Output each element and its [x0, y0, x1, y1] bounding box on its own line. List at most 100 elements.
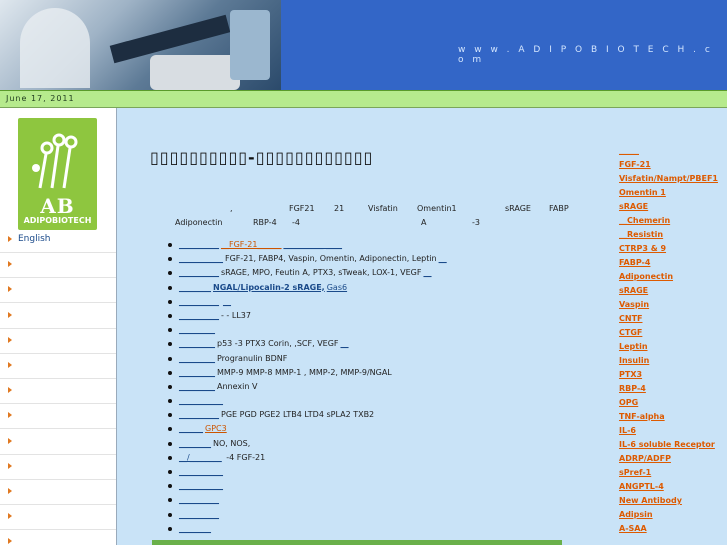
right-nav-link[interactable]: Visfatin/Nampt/PBEF1 — [619, 174, 727, 188]
list-item-link[interactable]: ___________ — [179, 254, 223, 263]
right-nav-link[interactable]: sPref-1 — [619, 468, 727, 482]
list-item[interactable]: ___________ — [168, 396, 608, 410]
list-item[interactable]: _________ Annexin V — [168, 382, 608, 396]
list-item-text: - - LL37 — [221, 310, 251, 320]
list-item-link[interactable]: __/________ — [179, 453, 222, 462]
right-nav-link[interactable]: _____ — [619, 146, 727, 160]
list-item[interactable]: ______ GPC3 — [168, 424, 608, 438]
list-item-sub-link[interactable]: __ — [341, 339, 349, 348]
list-item-link[interactable]: __________ — [179, 495, 219, 504]
sidebar-item[interactable] — [0, 253, 116, 279]
right-nav-link[interactable]: CTGF — [619, 328, 727, 342]
list-item[interactable]: ________ NO, NOS, — [168, 439, 608, 453]
list-item-link[interactable]: ___________ — [179, 481, 223, 490]
list-item-text: -4 FGF-21 — [223, 452, 266, 462]
list-item-link[interactable]: _________ — [179, 339, 215, 348]
list-item[interactable]: __________ sRAGE, MPO, Feutin A, PTX3, sT… — [168, 268, 608, 282]
sidebar-item[interactable] — [0, 530, 116, 545]
list-item-sub-link[interactable]: __ — [423, 268, 431, 277]
list-item-link[interactable]: _________ — [179, 325, 215, 334]
right-nav-link[interactable]: TNF-alpha — [619, 412, 727, 426]
list-item[interactable]: __/________ -4 FGF-21 — [168, 453, 608, 467]
right-nav-link[interactable]: FABP-4 — [619, 258, 727, 272]
sidebar-item[interactable] — [0, 354, 116, 379]
list-item[interactable]: ___________ — [168, 467, 608, 481]
list-item-link[interactable]: ________ — [179, 439, 211, 448]
list-item[interactable]: ________ — [168, 524, 608, 538]
list-item-sub-link[interactable]: Gas6 — [327, 283, 347, 292]
list-item[interactable]: __________ __FGF-21______ __________ ____ — [168, 240, 608, 254]
sidebar-item[interactable] — [0, 455, 116, 480]
list-item[interactable]: ___________ FGF-21, FABP4, Vaspin, Omenti… — [168, 254, 608, 268]
right-nav-link[interactable]: __Chemerin — [619, 216, 727, 230]
list-item-link[interactable]: ___________ — [179, 396, 223, 405]
list-item-link[interactable]: _________ — [179, 382, 215, 391]
list-item-link[interactable]: ______ — [179, 424, 203, 433]
list-item-link[interactable]: __________ — [179, 311, 219, 320]
sidebar-item[interactable] — [0, 278, 116, 304]
list-item-link[interactable]: ________ — [179, 283, 211, 292]
right-nav-link[interactable]: Leptin — [619, 342, 727, 356]
list-item[interactable]: __________ PGE PGD PGE2 LTB4 LTD4 sPLA2 T… — [168, 410, 608, 424]
site-url[interactable]: w w w . A D I P O B I O T E C H . c o m — [458, 45, 727, 65]
sidebar-item[interactable] — [0, 329, 116, 354]
list-item[interactable]: __________ — [168, 495, 608, 509]
list-item[interactable]: __________ - - LL37 — [168, 311, 608, 325]
sidebar-item[interactable] — [0, 430, 116, 455]
list-item-sub-link[interactable]: __ — [439, 254, 447, 263]
list-item-link[interactable]: ___________ — [179, 467, 223, 476]
sidebar-item[interactable] — [0, 304, 116, 329]
list-item[interactable]: _________ MMP-9 MMP-8 MMP-1 , MMP-2, MMP-… — [168, 368, 608, 382]
list-item-link[interactable]: __________ — [179, 510, 219, 519]
list-item-link[interactable]: _________ — [179, 354, 215, 363]
right-nav-link[interactable]: ANGPTL-4 — [619, 482, 727, 496]
list-item-text: Annexin V — [217, 381, 258, 391]
list-item-sub-link[interactable]: __________ ____ — [283, 240, 342, 249]
list-item-link[interactable]: _________ — [179, 368, 215, 377]
right-nav-link[interactable]: IL-6 — [619, 426, 727, 440]
sidebar-item-english[interactable]: English — [0, 228, 116, 253]
list-item-link[interactable]: __________ — [179, 240, 219, 249]
right-nav-link[interactable]: ADRP/ADFP — [619, 454, 727, 468]
right-nav-link[interactable]: sRAGE — [619, 286, 727, 300]
right-nav-link[interactable]: Adiponectin — [619, 272, 727, 286]
arrow-right-icon — [8, 538, 12, 545]
right-nav-link[interactable]: New Antibody — [619, 496, 727, 510]
right-nav-link[interactable]: CNTF — [619, 314, 727, 328]
list-item[interactable]: __________ __ — [168, 297, 608, 311]
right-nav-link[interactable]: OPG — [619, 398, 727, 412]
list-item[interactable]: __________ — [168, 510, 608, 524]
logo-emblem-icon — [32, 133, 78, 189]
left-sidebar: AB ADIPOBIOTECH English — [0, 108, 117, 545]
list-item-link[interactable]: ________ — [179, 524, 211, 533]
arrow-right-icon — [8, 488, 12, 494]
adipobiotech-logo[interactable]: AB ADIPOBIOTECH — [15, 114, 100, 234]
list-item-sub-link[interactable]: __ — [223, 297, 231, 306]
right-nav-link[interactable]: FGF-21 — [619, 160, 727, 174]
list-item[interactable]: ________ NGAL/Lipocalin-2 sRAGE, Gas6 — [168, 283, 608, 297]
list-item-text: PGE PGD PGE2 LTB4 LTD4 sPLA2 TXB2 — [221, 410, 375, 420]
right-nav-link[interactable]: Adipsin — [619, 510, 727, 524]
sidebar-item[interactable] — [0, 379, 116, 405]
list-item[interactable]: _________ p53 -3 PTX3 Corin, ,SCF, VEGF __ — [168, 339, 608, 353]
right-nav-link[interactable]: Vaspin — [619, 300, 727, 314]
list-item-text: NO, NOS, — [213, 438, 251, 448]
right-nav-link[interactable]: PTX3 — [619, 370, 727, 384]
right-nav-link[interactable]: sRAGE — [619, 202, 727, 216]
sidebar-item[interactable] — [0, 480, 116, 505]
list-item[interactable]: ___________ — [168, 481, 608, 495]
right-nav-link[interactable]: A-SAA — [619, 524, 727, 538]
right-nav-link[interactable]: __Resistin — [619, 230, 727, 244]
right-nav-link[interactable]: Omentin 1 — [619, 188, 727, 202]
sidebar-item[interactable] — [0, 404, 116, 430]
list-item-link[interactable]: __________ — [179, 297, 219, 306]
right-nav-link[interactable]: CTRP3 & 9 — [619, 244, 727, 258]
right-nav-link[interactable]: Insulin — [619, 356, 727, 370]
list-item-link[interactable]: __________ — [179, 268, 219, 277]
list-item[interactable]: _________ — [168, 325, 608, 339]
list-item-link[interactable]: __________ — [179, 410, 219, 419]
list-item[interactable]: _________ Progranulin BDNF — [168, 354, 608, 368]
right-nav-link[interactable]: RBP-4 — [619, 384, 727, 398]
right-nav-link[interactable]: IL-6 soluble Receptor — [619, 440, 727, 454]
sidebar-item[interactable] — [0, 505, 116, 531]
